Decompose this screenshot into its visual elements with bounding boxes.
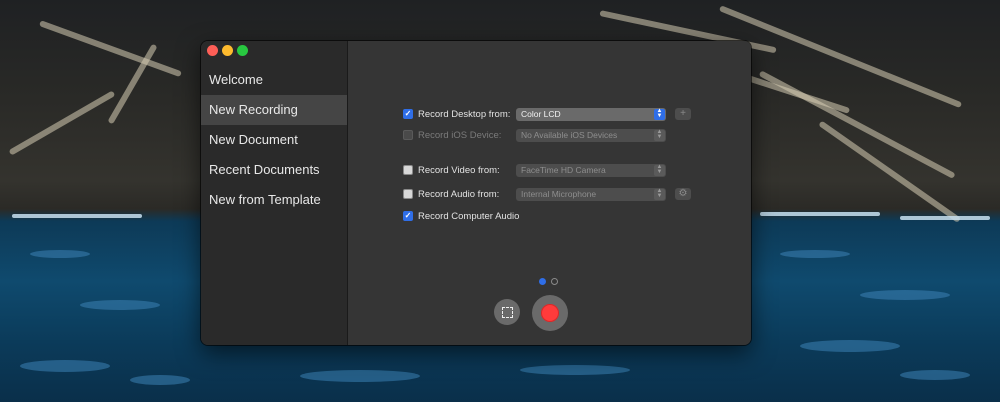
sidebar-item-new-from-template[interactable]: New from Template xyxy=(201,185,347,215)
recording-options-panel: ✓ Record Desktop from: Color LCD ▲ ▼ + Re… xyxy=(348,41,751,345)
wallpaper-ripple xyxy=(800,340,900,352)
record-ios-label: Record iOS Device: xyxy=(418,129,502,141)
checkmark-icon: ✓ xyxy=(404,211,412,220)
sidebar-item-new-document[interactable]: New Document xyxy=(201,125,347,155)
wallpaper-ripple xyxy=(900,370,970,380)
wallpaper-ripple xyxy=(520,365,630,375)
wallpaper-ripple xyxy=(20,360,110,372)
gear-icon[interactable]: ⚙ xyxy=(675,188,691,200)
wallpaper-foam xyxy=(900,216,990,220)
chevron-updown-icon: ▲ ▼ xyxy=(654,164,665,176)
record-computer-audio-label: Record Computer Audio xyxy=(418,210,520,222)
close-window-button[interactable] xyxy=(207,45,218,56)
record-video-checkbox[interactable] xyxy=(403,165,413,175)
page-indicator xyxy=(539,278,558,285)
desktop-source-select[interactable]: Color LCD ▲ ▼ xyxy=(516,107,666,121)
ios-device-value: No Available iOS Devices xyxy=(521,129,618,140)
select-area-button[interactable] xyxy=(494,299,520,325)
record-desktop-label: Record Desktop from: xyxy=(418,108,511,120)
record-audio-row: Record Audio from: Internal Microphone ▲… xyxy=(403,186,691,202)
audio-source-select[interactable]: Internal Microphone ▲ ▼ xyxy=(516,187,666,201)
zoom-window-button[interactable] xyxy=(237,45,248,56)
record-desktop-checkbox[interactable]: ✓ xyxy=(403,109,413,119)
wallpaper-ripple xyxy=(30,250,90,258)
dashed-rect-icon xyxy=(501,306,513,318)
record-audio-checkbox[interactable] xyxy=(403,189,413,199)
sidebar-item-recent-documents[interactable]: Recent Documents xyxy=(201,155,347,185)
wallpaper-rock-stripe xyxy=(758,70,956,179)
chevron-updown-icon: ▲ ▼ xyxy=(654,108,665,120)
sidebar: Welcome New Recording New Document Recen… xyxy=(201,41,348,345)
wallpaper-rock-stripe xyxy=(718,5,963,109)
sidebar-nav: Welcome New Recording New Document Recen… xyxy=(201,65,347,215)
page-dot-1[interactable] xyxy=(539,278,546,285)
desktop-wallpaper: Welcome New Recording New Document Recen… xyxy=(0,0,1000,402)
record-video-label: Record Video from: xyxy=(418,164,500,176)
video-source-select[interactable]: FaceTime HD Camera ▲ ▼ xyxy=(516,163,666,177)
wallpaper-ripple xyxy=(80,300,160,310)
record-audio-label: Record Audio from: xyxy=(418,188,500,200)
record-ios-row: Record iOS Device: No Available iOS Devi… xyxy=(403,127,666,143)
app-window: Welcome New Recording New Document Recen… xyxy=(201,41,751,345)
record-video-row: Record Video from: FaceTime HD Camera ▲ ▼ xyxy=(403,162,666,178)
minimize-window-button[interactable] xyxy=(222,45,233,56)
wallpaper-foam xyxy=(760,212,880,216)
plus-icon[interactable]: + xyxy=(675,108,691,120)
window-controls xyxy=(207,45,248,56)
wallpaper-rock-stripe xyxy=(38,20,182,78)
page-dot-2[interactable] xyxy=(551,278,558,285)
wallpaper-foam xyxy=(12,214,142,218)
video-source-value: FaceTime HD Camera xyxy=(521,164,606,175)
record-button[interactable] xyxy=(532,295,568,331)
chevron-updown-icon: ▲ ▼ xyxy=(654,129,665,141)
record-icon xyxy=(541,304,559,322)
desktop-source-value: Color LCD xyxy=(521,108,561,119)
wallpaper-ripple xyxy=(300,370,420,382)
sidebar-item-welcome[interactable]: Welcome xyxy=(201,65,347,95)
record-computer-audio-row: ✓ Record Computer Audio xyxy=(403,208,519,224)
chevron-updown-icon: ▲ ▼ xyxy=(654,188,665,200)
record-ios-checkbox xyxy=(403,130,413,140)
wallpaper-ripple xyxy=(130,375,190,385)
sidebar-item-new-recording[interactable]: New Recording xyxy=(201,95,347,125)
record-desktop-row: ✓ Record Desktop from: Color LCD ▲ ▼ + xyxy=(403,106,691,122)
ios-device-select: No Available iOS Devices ▲ ▼ xyxy=(516,128,666,142)
checkmark-icon: ✓ xyxy=(404,109,412,118)
wallpaper-ripple xyxy=(780,250,850,258)
wallpaper-ripple xyxy=(860,290,950,300)
audio-source-value: Internal Microphone xyxy=(521,188,597,199)
record-computer-audio-checkbox[interactable]: ✓ xyxy=(403,211,413,221)
wallpaper-rock-stripe xyxy=(8,90,116,156)
